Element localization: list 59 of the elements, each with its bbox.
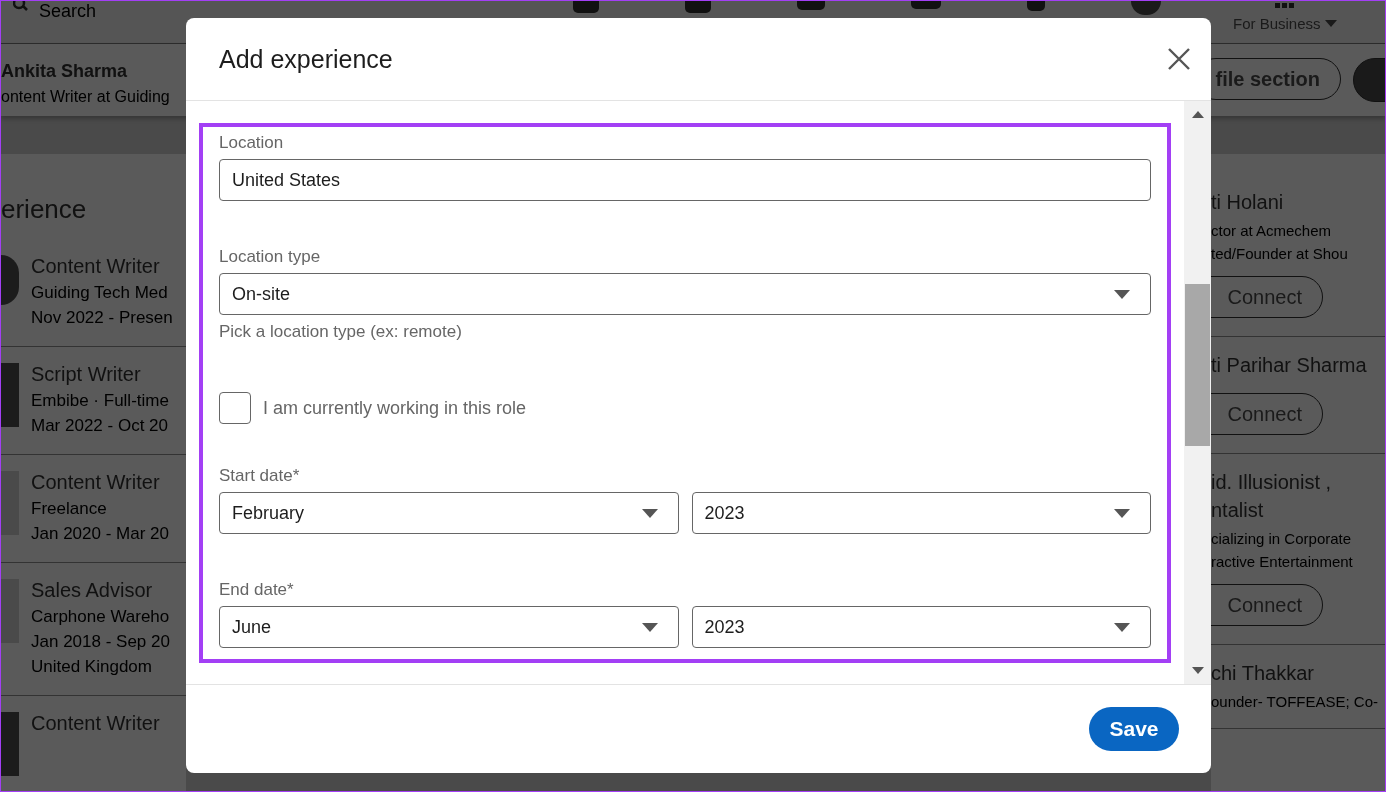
dropdown-caret-icon [1114, 508, 1130, 518]
company-name: Carphone Wareho [31, 607, 170, 627]
person-headline: cializing in Corporate [1211, 530, 1353, 547]
company-logo-icon [1, 712, 19, 776]
dropdown-caret-icon [641, 508, 658, 518]
person-headline: ctor at Acmechem [1211, 222, 1333, 239]
person-headline: ted/Founder at Shou [1211, 245, 1349, 262]
job-title: Script Writer [31, 363, 142, 386]
person-name[interactable]: ti Parihar Sharma [1211, 351, 1385, 379]
person-headline: ractive Entertainment [1211, 553, 1354, 570]
dropdown-caret-icon [1114, 622, 1130, 632]
dropdown-caret-icon [1114, 289, 1130, 299]
month-select[interactable]: June [219, 606, 679, 648]
section-heading: erience [1, 194, 88, 225]
field-label: Location [219, 133, 285, 153]
scroll-down-icon[interactable] [1191, 667, 1204, 674]
person-name[interactable]: chi Thakkar [1211, 659, 1385, 687]
job-location: United Kingdom [31, 657, 153, 677]
person-name[interactable]: ti Holani [1211, 188, 1385, 216]
scroll-up-icon[interactable] [1191, 111, 1204, 118]
search-field[interactable]: Search [39, 1, 97, 22]
checkbox-label: I am currently working in this role [263, 397, 527, 419]
year-select[interactable]: 2023 [691, 606, 1151, 648]
company-logo-icon [1, 363, 19, 427]
search-icon [13, 1, 29, 11]
dropdown-caret-icon [641, 622, 658, 632]
company-logo-icon [1, 255, 19, 305]
company-name: Freelance [31, 499, 108, 519]
location-type-select[interactable]: On-site [219, 273, 1151, 315]
month-select[interactable]: February [219, 492, 679, 534]
close-icon[interactable] [1167, 47, 1191, 71]
profile-name: Ankita Sharma [1, 60, 129, 82]
job-dates: Jan 2020 - Mar 20 [31, 524, 169, 544]
dialog-title: Add experience [219, 44, 393, 74]
company-name: Guiding Tech Med [31, 283, 169, 303]
checkbox[interactable] [219, 392, 251, 424]
scrollbar[interactable] [1184, 101, 1211, 684]
caret-icon [1324, 20, 1337, 27]
field-label: End date* [219, 580, 295, 600]
job-title: Content Writer [31, 712, 160, 735]
helper-text: Pick a location type (ex: remote) [219, 322, 463, 342]
scroll-thumb[interactable] [1185, 284, 1210, 446]
job-dates: Mar 2022 - Oct 20 [31, 416, 169, 436]
company-name: Embibe · Full-time [31, 391, 169, 411]
year-select[interactable]: 2023 [691, 492, 1151, 534]
person-headline: ounder- TOFFEASE; Co- [1211, 693, 1379, 710]
person-name[interactable]: id. Illusionist , ntalist [1211, 468, 1385, 524]
job-title: Sales Advisor [31, 579, 154, 602]
grid-icon[interactable] [1274, 3, 1295, 9]
location-input[interactable]: United States [219, 159, 1151, 201]
job-title: Content Writer [31, 255, 161, 278]
job-title: Content Writer [31, 471, 161, 494]
job-dates: Jan 2018 - Sep 20 [31, 632, 170, 652]
job-dates: Nov 2022 - Presen [31, 308, 173, 328]
profile-headline: ontent Writer at Guiding [1, 87, 170, 106]
for-business-menu[interactable]: For Business [1233, 15, 1337, 32]
field-label: Location type [219, 247, 322, 267]
field-label: Start date* [219, 466, 301, 486]
save-button[interactable]: Save [1089, 707, 1179, 751]
